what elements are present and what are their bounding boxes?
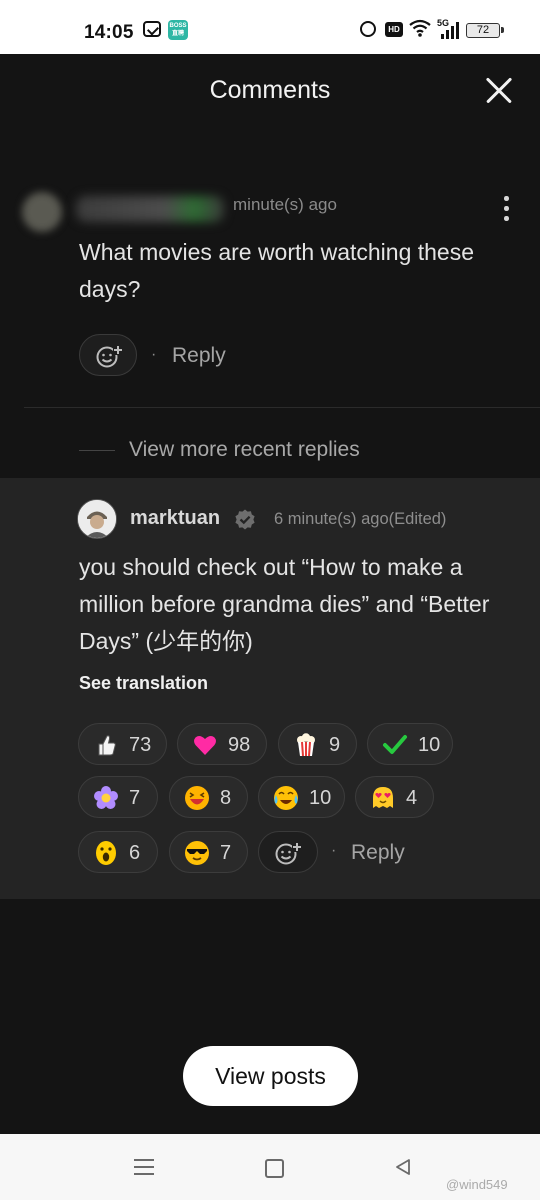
add-reaction-button[interactable] [79, 334, 137, 376]
reaction-count: 7 [129, 787, 141, 809]
reply-comment: marktuan 6 minute(s) ago(Edited) you sho… [0, 478, 540, 899]
avatar[interactable] [77, 499, 117, 539]
popcorn-icon [297, 733, 315, 757]
reaction-count: 10 [418, 734, 441, 756]
flower-icon [94, 786, 118, 809]
reaction-chip[interactable]: 73 [78, 723, 167, 765]
laughing-face-icon [185, 786, 209, 810]
reaction-chip[interactable]: 8 [169, 776, 248, 818]
surprised-face-icon [96, 841, 116, 865]
reaction-chip[interactable]: 7 [169, 831, 248, 873]
back-button[interactable] [394, 1158, 412, 1176]
add-emoji-icon [275, 843, 302, 865]
reaction-chip[interactable]: 10 [258, 776, 345, 818]
reply-time: 6 minute(s) ago(Edited) [274, 510, 447, 528]
reaction-chip[interactable]: 98 [177, 723, 267, 765]
reply-text: you should check out “How to make a mill… [79, 554, 490, 654]
watermark: @wind549 [446, 1177, 508, 1192]
close-button[interactable] [484, 76, 514, 106]
reaction-count: 4 [406, 787, 418, 809]
verified-badge-icon [235, 509, 255, 530]
check-mark-icon [383, 735, 407, 754]
view-more-replies-button[interactable]: View more recent replies [129, 438, 360, 462]
thumbs-up-icon [98, 735, 116, 756]
sunglasses-face-icon [185, 841, 209, 865]
heart-eyes-ghost-icon [373, 787, 393, 808]
view-more-line [79, 450, 115, 451]
comment-time: minute(s) ago [233, 195, 337, 214]
reaction-count: 6 [129, 842, 141, 864]
battery-indicator: 72 [466, 23, 504, 38]
reaction-chip[interactable]: 4 [355, 776, 434, 818]
alarm-icon [360, 21, 376, 37]
reaction-chip[interactable]: 10 [367, 723, 453, 765]
reaction-chip[interactable]: 7 [78, 776, 158, 818]
top-comment: minute(s) ago What movies are worth watc… [0, 126, 540, 478]
separator-dot: · [331, 842, 337, 859]
reaction-count: 8 [220, 787, 232, 809]
reaction-chip[interactable]: 9 [278, 723, 357, 765]
recent-apps-button[interactable] [134, 1159, 154, 1175]
reaction-count: 98 [228, 734, 251, 756]
avatar[interactable] [22, 192, 62, 232]
comments-header: Comments [0, 54, 540, 126]
status-bar: 14:05 BOSS 直聘 HD 5G 72 [0, 0, 540, 54]
signal-icon: 5G [437, 18, 459, 39]
view-posts-button[interactable]: View posts [183, 1046, 358, 1106]
reaction-chip[interactable]: 6 [78, 831, 158, 873]
home-button[interactable] [265, 1159, 284, 1178]
wifi-icon [409, 19, 431, 37]
crying-laughing-icon [274, 786, 298, 810]
reaction-count: 9 [329, 734, 341, 756]
status-time: 14:05 [84, 22, 134, 43]
reaction-count: 10 [309, 787, 332, 809]
separator-dot: · [151, 346, 157, 363]
more-options-button[interactable] [500, 196, 512, 226]
heart-icon [194, 736, 216, 755]
blurred-username[interactable] [76, 196, 224, 222]
divider [24, 407, 540, 408]
reaction-count: 73 [129, 734, 152, 756]
hd-icon: HD [385, 22, 403, 37]
signal-label: 5G [437, 18, 449, 28]
add-emoji-icon [96, 346, 123, 368]
reply-button[interactable]: Reply [351, 841, 405, 865]
page-title: Comments [209, 76, 331, 104]
see-translation-link[interactable]: See translation [79, 673, 208, 694]
reply-button[interactable]: Reply [172, 344, 226, 368]
reply-username[interactable]: marktuan [130, 507, 220, 530]
comment-text: What movies are worth watching these day… [79, 239, 475, 302]
message-icon [143, 21, 161, 37]
reaction-count: 7 [220, 842, 232, 864]
boss-app-icon: BOSS 直聘 [168, 20, 188, 40]
add-reaction-button[interactable] [258, 831, 318, 873]
